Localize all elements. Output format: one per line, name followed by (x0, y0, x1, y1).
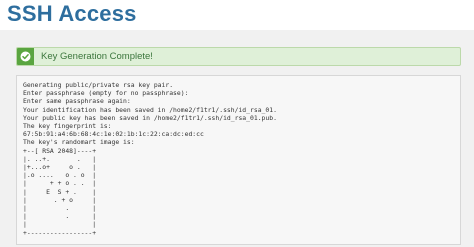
output-line: | . | (23, 204, 97, 213)
output-line: | . | (23, 212, 97, 221)
output-line: |. ..+. . | (23, 154, 97, 163)
output-line: | . + o | (23, 195, 97, 204)
output-line: |+...o+ o . | (23, 163, 97, 172)
alert-icon-box (17, 48, 34, 65)
output-line: 67:5b:91:a4:6b:68:4c:1e:02:1b:1c:22:ca:d… (23, 130, 204, 139)
output-line: Your public key has been saved in /home2… (23, 113, 277, 122)
keygen-output: Generating public/private rsa key pair. … (16, 75, 461, 245)
keygen-output-text: Generating public/private rsa key pair. … (23, 81, 277, 237)
output-line: The key fingerprint is: (23, 122, 112, 131)
output-line: | E S + . | (23, 187, 97, 196)
output-line: Generating public/private rsa key pair. (23, 81, 174, 89)
output-line: | | (23, 220, 97, 229)
output-line: The key's randomart image is: (23, 138, 135, 147)
success-alert: Key Generation Complete! (16, 47, 461, 66)
output-line: +--[ RSA 2048]----+ (23, 146, 97, 155)
output-line: Your identification has been saved in /h… (23, 105, 277, 114)
content-area: Key Generation Complete! Generating publ… (0, 30, 474, 247)
output-line: Enter passphrase (empty for no passphras… (23, 89, 189, 98)
output-line: |.o .... o . o | (23, 171, 97, 180)
check-icon (20, 51, 31, 62)
page-title: SSH Access (7, 1, 137, 26)
output-line: | + + o . . | (23, 179, 97, 188)
page-header: SSH Access (0, 0, 474, 30)
output-line: +-----------------+ (23, 228, 97, 237)
alert-message: Key Generation Complete! (41, 51, 153, 62)
output-line: Enter same passphrase again: (23, 97, 131, 106)
